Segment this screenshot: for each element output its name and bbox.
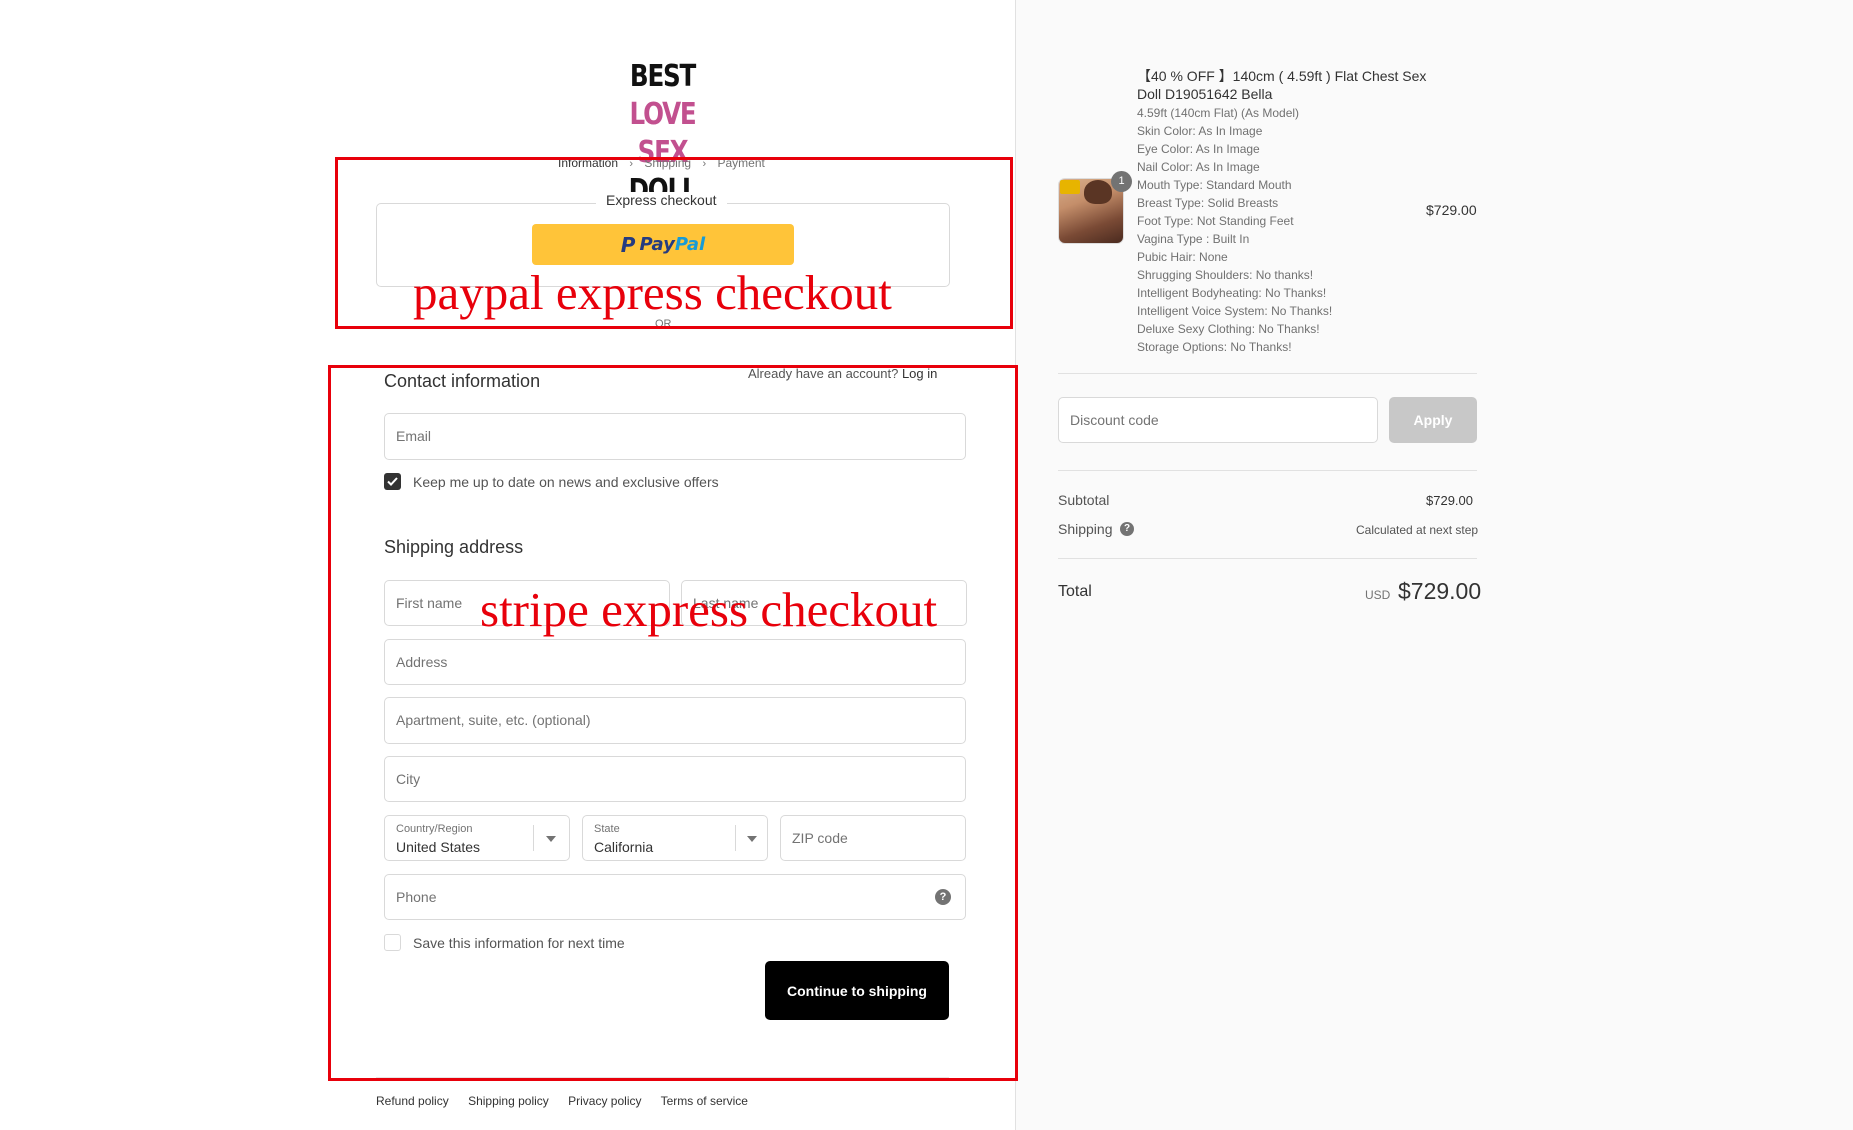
country-select[interactable]: Country/Region United States: [384, 815, 570, 861]
variant-line: Skin Color: As In Image: [1137, 124, 1263, 138]
zip-field[interactable]: ZIP code: [780, 815, 966, 861]
state-label: State: [594, 823, 620, 835]
footer-divider: [376, 1077, 949, 1078]
variant-line: Foot Type: Not Standing Feet: [1137, 214, 1294, 228]
product-thumbnail-badge: [1060, 180, 1080, 194]
phone-placeholder: Phone: [396, 889, 437, 905]
address-field[interactable]: Address: [384, 639, 966, 685]
chevron-down-icon: [747, 836, 757, 842]
email-field[interactable]: Email: [384, 413, 966, 460]
apartment-field[interactable]: Apartment, suite, etc. (optional): [384, 697, 966, 744]
refund-policy-link[interactable]: Refund policy: [376, 1094, 449, 1108]
shipping-value: Calculated at next step: [1356, 523, 1479, 537]
logo-text: LOVE: [629, 97, 697, 132]
save-info-checkbox[interactable]: [384, 934, 401, 951]
apply-discount-button[interactable]: Apply: [1389, 397, 1477, 443]
total-currency: USD: [1365, 588, 1391, 602]
checkmark-icon: [387, 477, 398, 486]
select-divider: [533, 825, 534, 851]
subtotal-value: $729.00: [1426, 493, 1473, 508]
state-select[interactable]: State California: [582, 815, 768, 861]
variant-line: Nail Color: As In Image: [1137, 160, 1260, 174]
summary-divider: [1058, 558, 1477, 559]
city-placeholder: City: [396, 771, 421, 787]
variant-line: Vagina Type : Built In: [1137, 232, 1250, 246]
variant-line: Eye Color: As In Image: [1137, 142, 1260, 156]
product-variants: 4.59ft (140cm Flat) (As Model) Skin Colo…: [1137, 104, 1332, 356]
variant-line: 4.59ft (140cm Flat) (As Model): [1137, 106, 1300, 120]
shipping-help-icon[interactable]: ?: [1120, 522, 1134, 536]
state-value: California: [594, 839, 654, 855]
shipping-label: Shipping: [1058, 521, 1113, 537]
variant-line: Intelligent Voice System: No Thanks!: [1137, 304, 1333, 318]
logo-text: BEST: [629, 59, 696, 94]
discount-placeholder: Discount code: [1070, 412, 1159, 428]
zip-placeholder: ZIP code: [792, 830, 848, 846]
variant-line: Pubic Hair: None: [1137, 250, 1228, 264]
summary-divider: [1058, 470, 1477, 471]
product-title: 【40 % OFF 】140cm ( 4.59ft ) Flat Chest S…: [1137, 68, 1427, 102]
discount-code-field[interactable]: Discount code: [1058, 397, 1378, 443]
continue-to-shipping-button[interactable]: Continue to shipping: [765, 961, 949, 1020]
newsletter-label: Keep me up to date on news and exclusive…: [413, 474, 719, 490]
chevron-down-icon: [546, 836, 556, 842]
variant-line: Storage Options: No Thanks!: [1137, 340, 1292, 354]
contact-title: Contact information: [384, 371, 541, 391]
shipping-title: Shipping address: [384, 537, 524, 557]
subtotal-label: Subtotal: [1058, 492, 1110, 508]
apartment-placeholder: Apartment, suite, etc. (optional): [396, 712, 591, 728]
account-prompt: Already have an account? Log in: [748, 366, 937, 381]
variant-line: Breast Type: Solid Breasts: [1137, 196, 1279, 210]
city-field[interactable]: City: [384, 756, 966, 802]
first-name-placeholder: First name: [396, 595, 463, 611]
account-prompt-text: Already have an account?: [748, 366, 899, 381]
country-value: United States: [396, 839, 481, 855]
variant-line: Deluxe Sexy Clothing: No Thanks!: [1137, 322, 1320, 336]
terms-of-service-link[interactable]: Terms of service: [661, 1094, 748, 1108]
product-thumbnail-detail: [1084, 180, 1112, 204]
email-placeholder: Email: [396, 428, 432, 444]
phone-field[interactable]: Phone ?: [384, 874, 966, 920]
summary-divider: [1058, 373, 1477, 374]
newsletter-checkbox[interactable]: [384, 473, 401, 490]
stripe-annotation-text: stripe express checkout: [480, 582, 938, 637]
paypal-annotation-text: paypal express checkout: [413, 265, 892, 320]
variant-line: Intelligent Bodyheating: No Thanks!: [1137, 286, 1327, 300]
total-label: Total: [1058, 583, 1092, 600]
save-info-label: Save this information for next time: [413, 935, 625, 951]
select-divider: [735, 825, 736, 851]
product-price: $729.00: [1426, 202, 1477, 218]
quantity-badge: 1: [1111, 171, 1132, 192]
privacy-policy-link[interactable]: Privacy policy: [568, 1094, 641, 1108]
shipping-policy-link[interactable]: Shipping policy: [468, 1094, 549, 1108]
variant-line: Shrugging Shoulders: No thanks!: [1137, 268, 1314, 282]
country-label: Country/Region: [396, 823, 473, 835]
footer-links: Refund policy Shipping policy Privacy po…: [376, 1094, 764, 1108]
total-value: $729.00: [1398, 578, 1482, 604]
address-placeholder: Address: [396, 654, 448, 670]
variant-line: Mouth Type: Standard Mouth: [1137, 178, 1292, 192]
login-link[interactable]: Log in: [902, 366, 937, 381]
help-icon[interactable]: ?: [935, 889, 951, 905]
